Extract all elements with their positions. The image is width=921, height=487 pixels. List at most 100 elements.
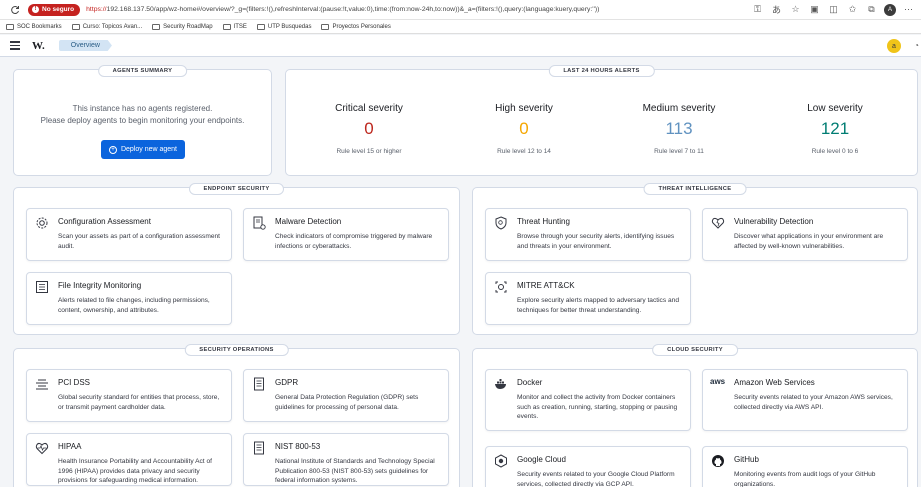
folder-icon bbox=[152, 23, 161, 30]
folder-icon bbox=[321, 23, 330, 30]
aws-card[interactable]: aws Amazon Web Services Security events … bbox=[702, 369, 908, 431]
alerts-title: LAST 24 HOURS ALERTS bbox=[548, 65, 655, 77]
gdpr-card[interactable]: GDPR General Data Protection Regulation … bbox=[243, 369, 449, 422]
card-description: National Institute of Standards and Tech… bbox=[275, 458, 435, 484]
malware-detection-card[interactable]: Malware Detection Check indicators of co… bbox=[243, 208, 449, 261]
severity-count[interactable]: 0 bbox=[294, 119, 444, 139]
card-title: Vulnerability Detection bbox=[734, 217, 814, 226]
file-integrity-monitoring-card[interactable]: File Integrity Monitoring Alerts related… bbox=[26, 272, 232, 325]
critical-severity-stat[interactable]: Critical severity 0 Rule level 15 or hig… bbox=[294, 103, 444, 155]
mitre-attack-card[interactable]: MITRE ATT&CK Explore security alerts map… bbox=[485, 272, 691, 325]
browser-profile-avatar[interactable]: A bbox=[884, 3, 896, 16]
card-description: Security events related to your Amazon A… bbox=[734, 394, 893, 411]
google-cloud-card[interactable]: Google Cloud Security events related to … bbox=[485, 446, 691, 487]
severity-label: Medium severity bbox=[642, 103, 716, 114]
high-severity-stat[interactable]: High severity 0 Rule level 12 to 14 bbox=[449, 103, 599, 155]
nist-800-53-card[interactable]: NIST 800-53 National Institute of Standa… bbox=[243, 433, 449, 486]
document-icon bbox=[254, 377, 264, 391]
configuration-assessment-card[interactable]: Configuration Assessment Scan your asset… bbox=[26, 208, 232, 261]
user-avatar[interactable]: a bbox=[887, 39, 901, 53]
aws-icon: aws bbox=[710, 377, 726, 386]
split-screen-icon[interactable]: ◫ bbox=[827, 3, 840, 16]
severity-label: Critical severity bbox=[335, 103, 403, 114]
threat-intelligence-title: THREAT INTELLIGENCE bbox=[643, 183, 747, 195]
agents-summary-panel: AGENTS SUMMARY This instance has no agen… bbox=[13, 65, 272, 176]
favorites-icon[interactable]: ✩ bbox=[846, 3, 859, 16]
more-icon[interactable]: ⋯ bbox=[902, 3, 915, 16]
bookmark-item[interactable]: Proyectos Personales bbox=[321, 23, 391, 30]
warning-icon: ! bbox=[32, 6, 39, 13]
card-title: Malware Detection bbox=[275, 217, 342, 226]
url-text: 192.168.137.50/app/wz-home#/overview/?_g… bbox=[106, 6, 600, 13]
hipaa-card[interactable]: HIPAA Health Insurance Portability and A… bbox=[26, 433, 232, 486]
wazuh-logo[interactable]: W. bbox=[32, 40, 45, 52]
bookmark-item[interactable]: Security RoadMap bbox=[152, 23, 213, 30]
plus-circle-icon: + bbox=[108, 145, 117, 154]
folder-icon bbox=[71, 23, 80, 30]
reload-icon[interactable] bbox=[8, 3, 22, 17]
endpoint-security-title: ENDPOINT SECURITY bbox=[188, 183, 285, 195]
bookmark-item[interactable]: UTP Busquedas bbox=[256, 23, 311, 30]
card-title: File Integrity Monitoring bbox=[58, 281, 142, 290]
app-header: W. Overview a ◔ bbox=[0, 35, 921, 57]
no-agents-message: This instance has no agents registered. … bbox=[14, 103, 271, 127]
alerts-panel: LAST 24 HOURS ALERTS Critical severity 0… bbox=[285, 65, 918, 176]
card-description: Security events related to your Google C… bbox=[517, 471, 675, 487]
card-description: Explore security alerts mapped to advers… bbox=[517, 297, 679, 314]
document-bug-icon bbox=[253, 216, 266, 230]
folder-icon bbox=[222, 23, 231, 30]
key-icon[interactable]: ⚿ bbox=[751, 3, 764, 16]
bookmark-item[interactable]: Curso: Topicos Avan... bbox=[71, 23, 142, 30]
no-agents-line1: This instance has no agents registered. bbox=[72, 104, 213, 113]
threat-intelligence-panel: THREAT INTELLIGENCE Threat Hunting Brows… bbox=[472, 183, 918, 335]
card-title: Threat Hunting bbox=[517, 217, 570, 226]
card-title: MITRE ATT&CK bbox=[517, 281, 575, 290]
menu-icon[interactable] bbox=[10, 41, 20, 50]
severity-label: High severity bbox=[495, 103, 553, 114]
card-description: General Data Protection Regulation (GDPR… bbox=[275, 394, 419, 411]
breadcrumb[interactable]: Overview bbox=[58, 40, 112, 51]
security-operations-panel: SECURITY OPERATIONS PCI DSS Global secur… bbox=[13, 344, 460, 487]
deploy-agent-button[interactable]: + Deploy new agent bbox=[101, 140, 185, 159]
folder-icon bbox=[6, 23, 14, 30]
medium-severity-stat[interactable]: Medium severity 113 Rule level 7 to 11 bbox=[604, 103, 754, 155]
url-field[interactable]: https://192.168.137.50/app/wz-home#/over… bbox=[86, 6, 646, 13]
card-description: Global security standard for entities th… bbox=[58, 394, 220, 411]
vulnerability-detection-card[interactable]: Vulnerability Detection Discover what ap… bbox=[702, 208, 908, 261]
translate-icon[interactable]: あ bbox=[770, 3, 783, 16]
severity-count[interactable]: 113 bbox=[604, 119, 754, 139]
cloud-security-title: CLOUD SECURITY bbox=[652, 344, 738, 356]
card-description: Scan your assets as part of a configurat… bbox=[58, 233, 220, 250]
url-protocol: https:// bbox=[86, 6, 107, 13]
agents-summary-title: AGENTS SUMMARY bbox=[97, 65, 188, 77]
star-icon[interactable]: ☆ bbox=[789, 3, 802, 16]
cloud-security-panel: CLOUD SECURITY Docker Monitor and collec… bbox=[472, 344, 918, 487]
threat-hunting-card[interactable]: Threat Hunting Browse through your secur… bbox=[485, 208, 691, 261]
bookmarks-bar: SOC Bookmarks Curso: Topicos Avan... Sec… bbox=[0, 20, 921, 34]
list-document-icon bbox=[36, 281, 48, 293]
bookmark-item[interactable]: ITSE bbox=[222, 23, 247, 30]
severity-rule: Rule level 7 to 11 bbox=[654, 148, 704, 155]
severity-rule: Rule level 0 to 6 bbox=[811, 148, 859, 155]
bookmark-item[interactable]: SOC Bookmarks bbox=[6, 23, 62, 30]
card-title: Google Cloud bbox=[517, 455, 566, 464]
github-icon bbox=[712, 455, 724, 467]
pci-dss-card[interactable]: PCI DSS Global security standard for ent… bbox=[26, 369, 232, 422]
severity-rule: Rule level 15 or higher bbox=[336, 148, 402, 155]
document-icon bbox=[254, 441, 264, 455]
card-description: Discover what applications in your envir… bbox=[734, 233, 884, 250]
not-secure-badge[interactable]: ! No seguro bbox=[28, 3, 81, 16]
card-title: PCI DSS bbox=[58, 378, 91, 387]
help-icon[interactable]: ◔ bbox=[914, 41, 919, 50]
severity-count[interactable]: 121 bbox=[760, 119, 910, 139]
severity-count[interactable]: 0 bbox=[449, 119, 599, 139]
docker-card[interactable]: Docker Monitor and collect the activity … bbox=[485, 369, 691, 431]
collections-icon[interactable]: ⧉ bbox=[865, 3, 878, 16]
low-severity-stat[interactable]: Low severity 121 Rule level 0 to 6 bbox=[760, 103, 910, 155]
github-card[interactable]: GitHub Monitoring events from audit logs… bbox=[702, 446, 908, 487]
deploy-agent-label: Deploy new agent bbox=[120, 146, 178, 153]
google-cloud-icon bbox=[495, 454, 507, 468]
heart-pulse-icon bbox=[35, 442, 49, 455]
card-title: Docker bbox=[517, 378, 543, 387]
extension-icon[interactable]: ▣ bbox=[808, 3, 821, 16]
